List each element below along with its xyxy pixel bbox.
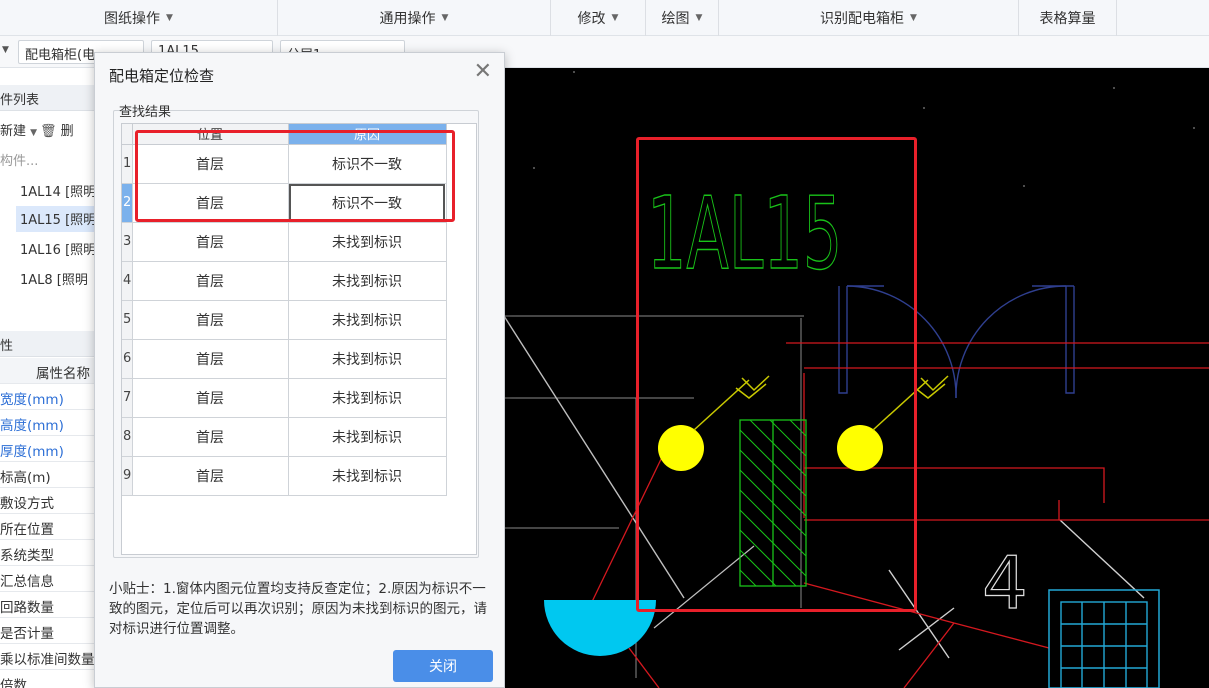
reason-cell[interactable]: 未找到标识 [288, 378, 447, 418]
box-label: 1AL15 [647, 175, 842, 292]
list-item[interactable]: 1AL14 [照明 [0, 178, 95, 204]
ribbon-group-label: 通用操作 [379, 11, 436, 27]
ribbon-group-label: 图纸操作 [104, 11, 161, 27]
property-column-header: 属性名称 [0, 358, 95, 384]
table-row[interactable]: 1 首层 标识不一致 [122, 144, 447, 184]
row-index: 1 [122, 144, 133, 184]
reason-cell[interactable]: 未找到标识 [288, 300, 447, 340]
property-row[interactable]: 敷设方式 [0, 488, 95, 514]
chevron-down-icon: ▼ [910, 13, 917, 23]
location-cell[interactable]: 首层 [132, 222, 289, 262]
location-cell[interactable]: 首层 [132, 378, 289, 418]
trash-icon[interactable]: 🗑 [40, 124, 57, 139]
row-index: 8 [122, 417, 133, 457]
results-table: 位置 原因 1 首层 标识不一致 2 首层 标识不一致 3 首层 未找到标识 4… [121, 123, 477, 555]
new-button[interactable]: 新建 [0, 124, 26, 139]
reason-cell[interactable]: 未找到标识 [288, 417, 447, 457]
ribbon: 图纸操作 ▼ 通用操作 ▼ 修改 ▼ 绘图 ▼ 识别配电箱柜 ▼ 表格算量 [0, 0, 1209, 36]
reason-cell[interactable]: 标识不一致 [288, 144, 447, 184]
location-cell[interactable]: 首层 [132, 300, 289, 340]
ribbon-group-draw[interactable]: 绘图 ▼ [646, 0, 719, 36]
component-list-toolbar: 新建 ▼ 🗑 删 [0, 120, 95, 139]
column-header-reason[interactable]: 原因 [288, 124, 447, 145]
reason-cell[interactable]: 未找到标识 [288, 456, 447, 496]
row-index: 7 [122, 378, 133, 418]
table-row[interactable]: 4 首层 未找到标识 [122, 261, 447, 301]
table-row[interactable]: 9 首层 未找到标识 [122, 456, 447, 496]
row-index: 6 [122, 339, 133, 379]
circuit-number-label: 4 [982, 541, 1028, 625]
chevron-down-icon[interactable]: ▼ [30, 128, 40, 138]
row-index: 4 [122, 261, 133, 301]
location-cell[interactable]: 首层 [132, 456, 289, 496]
table-row[interactable]: 6 首层 未找到标识 [122, 339, 447, 379]
reason-cell[interactable]: 未找到标识 [288, 261, 447, 301]
reason-cell-focused[interactable]: 标识不一致 [288, 183, 447, 223]
reason-cell[interactable]: 未找到标识 [288, 339, 447, 379]
table-row[interactable]: 5 首层 未找到标识 [122, 300, 447, 340]
table-row-selected[interactable]: 2 首层 标识不一致 [122, 183, 447, 223]
property-row[interactable]: 汇总信息 [0, 566, 95, 592]
row-index: 2 [122, 183, 133, 223]
ribbon-group-table-quantity[interactable]: 表格算量 [1019, 0, 1117, 36]
table-row[interactable]: 7 首层 未找到标识 [122, 378, 447, 418]
column-header-location[interactable]: 位置 [132, 124, 289, 145]
ribbon-group-drawing-ops[interactable]: 图纸操作 ▼ [0, 0, 278, 36]
ribbon-group-modify[interactable]: 修改 ▼ [551, 0, 646, 36]
close-icon[interactable]: ✕ [474, 61, 492, 83]
list-item[interactable]: 1AL8 [照明 [0, 266, 95, 292]
property-row[interactable]: 回路数量 [0, 592, 95, 618]
property-row[interactable]: 高度(mm) [0, 410, 95, 436]
ribbon-group-label: 修改 [577, 11, 606, 27]
row-index: 9 [122, 456, 133, 496]
table-row[interactable]: 8 首层 未找到标识 [122, 417, 447, 457]
chevron-down-icon: ▼ [441, 13, 449, 23]
table-row[interactable]: 3 首层 未找到标识 [122, 222, 447, 262]
property-header: 性 [0, 331, 95, 357]
ribbon-group-label: 表格算量 [1039, 11, 1096, 27]
cad-drawing: 1AL15 4 [504, 71, 1209, 688]
chevron-down-icon[interactable]: ▼ [2, 45, 9, 55]
component-search-input[interactable]: 构件... [0, 150, 95, 169]
tip-text: 小贴士：1.窗体内图元位置均支持反查定位；2.原因为标识不一致的图元，定位后可以… [109, 581, 487, 637]
property-row[interactable]: 厚度(mm) [0, 436, 95, 462]
ribbon-group-identify-distribution-box[interactable]: 识别配电箱柜 ▼ [719, 0, 1019, 36]
property-row[interactable]: 标高(m) [0, 462, 95, 488]
distribution-box-check-dialog: 配电箱定位检查 ✕ 查找结果 位置 原因 1 首层 标识不一致 2 首层 标识不… [94, 52, 505, 688]
chevron-down-icon: ▼ [695, 13, 703, 23]
results-group-title: 查找结果 [119, 105, 172, 120]
chevron-down-icon: ▼ [611, 13, 619, 23]
close-button[interactable]: 关闭 [393, 650, 493, 682]
property-row[interactable]: 是否计量 [0, 618, 95, 644]
row-index: 3 [122, 222, 133, 262]
delete-button[interactable]: 删 [61, 124, 74, 139]
component-panel: 件列表 新建 ▼ 🗑 删 构件... 1AL14 [照明 1AL15 [照明 1… [0, 68, 96, 688]
location-cell[interactable]: 首层 [132, 261, 289, 301]
property-row[interactable]: 系统类型 [0, 540, 95, 566]
ribbon-group-label: 识别配电箱柜 [820, 11, 905, 27]
property-row[interactable]: 倍数 [0, 670, 95, 688]
property-row[interactable]: 宽度(mm) [0, 384, 95, 410]
row-index: 5 [122, 300, 133, 340]
list-item-selected[interactable]: 1AL15 [照明 [16, 206, 95, 232]
chevron-down-icon: ▼ [166, 13, 173, 23]
dialog-title: 配电箱定位检查 [109, 67, 215, 85]
reason-cell[interactable]: 未找到标识 [288, 222, 447, 262]
property-row[interactable]: 乘以标准间数量 [0, 644, 95, 670]
table-corner [122, 124, 133, 145]
location-cell[interactable]: 首层 [132, 339, 289, 379]
list-item[interactable]: 1AL16 [照明 [0, 236, 95, 262]
ribbon-group-general-ops[interactable]: 通用操作 ▼ [278, 0, 551, 36]
component-list-header: 件列表 [0, 85, 95, 111]
location-cell[interactable]: 首层 [132, 183, 289, 223]
location-cell[interactable]: 首层 [132, 417, 289, 457]
location-cell[interactable]: 首层 [132, 144, 289, 184]
property-row[interactable]: 所在位置 [0, 514, 95, 540]
cad-canvas[interactable]: 1AL15 4 [504, 68, 1209, 688]
ribbon-group-label: 绘图 [661, 11, 690, 27]
